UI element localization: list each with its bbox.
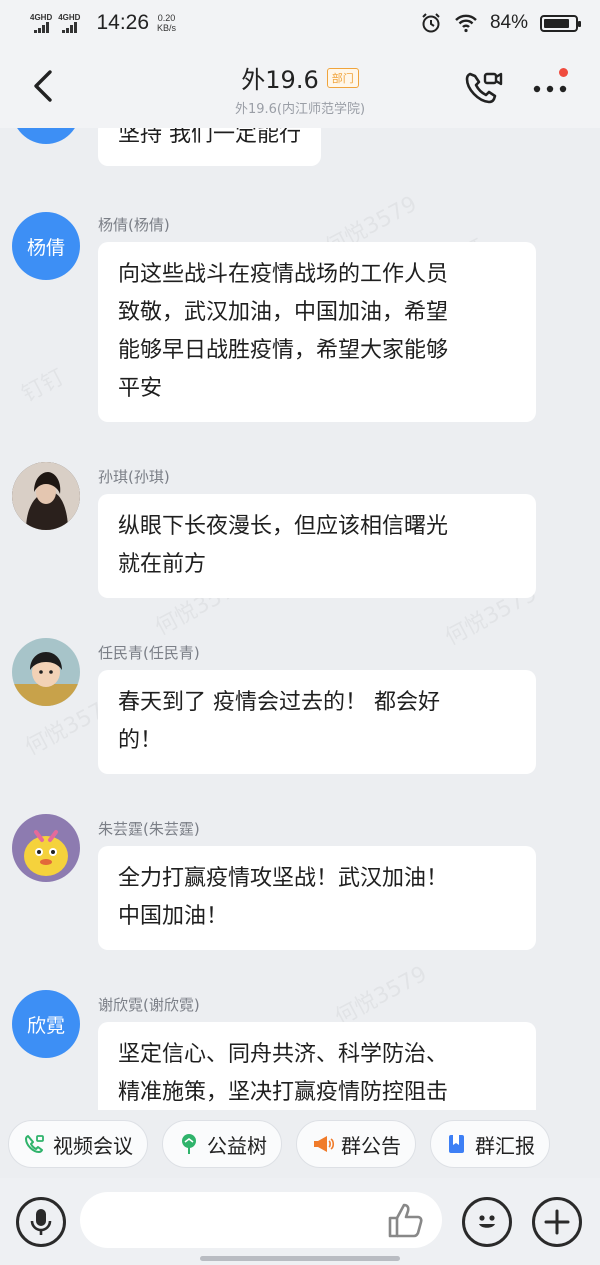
network-type-label: 4GHD (58, 13, 81, 22)
message-line: 能够早日战胜疫情，希望大家能够 (118, 338, 449, 363)
message-line: 致敬，武汉加油，中国加油，希望 (118, 300, 449, 325)
signal-bars-icon (61, 22, 77, 33)
avatar[interactable]: 杨倩 (12, 212, 80, 280)
video-call-icon (25, 1135, 44, 1153)
sender-name: 任民青(任民青) (98, 644, 200, 662)
sender-name: 朱芸霆(朱芸霆) (98, 820, 200, 838)
signal-2: 4GHD (58, 13, 80, 33)
department-badge: 部门 (326, 67, 359, 88)
input-bar (0, 1178, 600, 1265)
message-line: 春天到了 疫情会过去的！ 都会好 (118, 690, 440, 715)
network-speed: 0.20 KB/s (157, 13, 176, 33)
charity-tree-label: 公益树 (207, 1133, 267, 1158)
charity-tree-button[interactable]: 公益树 (162, 1120, 282, 1168)
sender-name: 孙琪(孙琪) (98, 468, 170, 486)
speed-value: 0.20 (157, 13, 176, 23)
sender-name: 谢欣霓(谢欣霓) (98, 996, 200, 1014)
avatar[interactable] (12, 128, 80, 144)
voice-input-button[interactable] (16, 1197, 66, 1247)
more-dots-icon (533, 85, 567, 93)
message-bubble[interactable]: 春天到了 疫情会过去的！ 都会好 的！ (98, 670, 536, 774)
watermark: 钉钉 (15, 360, 69, 409)
avatar-cartoon-girl-icon (12, 638, 80, 706)
signal-1: 4GHD (30, 13, 52, 33)
clock: 14:26 (96, 11, 150, 34)
group-subtitle: 外19.6(内江师范学院) (234, 102, 366, 117)
video-conference-label: 视频会议 (53, 1133, 133, 1158)
plus-icon (544, 1209, 570, 1235)
message-bubble[interactable]: 纵眼下长夜漫长，但应该相信曙光 就在前方 (98, 494, 536, 598)
title-block: 外19.6 部门 外19.6(内江师范学院) (0, 60, 600, 117)
report-icon (449, 1135, 464, 1153)
group-report-button[interactable]: 群汇报 (430, 1120, 550, 1168)
message-line: 全力打赢疫情攻坚战！武汉加油！ (118, 866, 449, 891)
message-line: 平安 (118, 376, 163, 401)
message-bubble[interactable]: 坚定信心、同舟共济、科学防治、 精准施策，坚决打赢疫情防控阻击 (98, 1022, 536, 1110)
quick-action-bar[interactable]: 视频会议 公益树 群公告 群汇报 (0, 1110, 600, 1178)
chat-header: 外19.6 部门 外19.6(内江师范学院) (0, 46, 600, 128)
avatar-initials: 杨倩 (26, 236, 65, 259)
wifi-icon (455, 14, 477, 33)
message-text: 坚持 我们一定能行 (118, 128, 301, 147)
status-bar: 4GHD 4GHD 14:26 0.20 KB/s 84% (0, 0, 600, 46)
group-announcement-label: 群公告 (341, 1133, 401, 1158)
group-report-label: 群汇报 (475, 1133, 535, 1158)
sender-name: 杨倩(杨倩) (98, 216, 170, 234)
notification-dot (559, 68, 568, 77)
message-list[interactable]: 钉钉 何悦3579 钉钉 钉钉 何悦3579 何悦3579 何悦3579 何悦3… (0, 128, 600, 1110)
message-bubble[interactable]: 向这些战斗在疫情战场的工作人员 致敬，武汉加油，中国加油，希望 能够早日战胜疫情… (98, 242, 536, 422)
thumbs-up-icon[interactable] (386, 1201, 426, 1239)
battery-percent: 84% (489, 12, 528, 33)
alarm-icon (422, 13, 440, 33)
message-bubble[interactable]: 全力打赢疫情攻坚战！武汉加油！ 中国加油！ (98, 846, 536, 950)
microphone-icon (30, 1209, 52, 1235)
network-type-label: 4GHD (30, 13, 53, 22)
message-line: 的！ (118, 728, 163, 753)
message-line: 纵眼下长夜漫长，但应该相信曙光 (118, 514, 449, 539)
avatar-cartoon-character-icon (12, 814, 80, 882)
add-more-button[interactable] (532, 1197, 582, 1247)
avatar[interactable]: 欣霓 (12, 990, 80, 1058)
message-line: 中国加油！ (118, 904, 229, 929)
message-line: 坚定信心、同舟共济、科学防治、 (118, 1042, 449, 1067)
battery-icon (540, 14, 581, 32)
avatar-photo-icon (12, 462, 80, 530)
group-announcement-button[interactable]: 群公告 (296, 1120, 416, 1168)
avatar-initials: 欣霓 (26, 1014, 65, 1037)
megaphone-icon (314, 1136, 335, 1152)
avatar[interactable] (12, 814, 80, 882)
avatar[interactable] (12, 462, 80, 530)
phone-video-icon[interactable] (462, 68, 504, 108)
tree-icon (182, 1134, 196, 1154)
signal-bars-icon (33, 22, 49, 33)
speed-unit: KB/s (157, 23, 177, 33)
message-bubble[interactable]: 坚持 我们一定能行 (98, 128, 321, 166)
home-indicator (200, 1256, 400, 1261)
more-menu-button[interactable] (530, 68, 570, 104)
video-conference-button[interactable]: 视频会议 (8, 1120, 148, 1168)
watermark: 何悦3579 (328, 956, 431, 1031)
avatar[interactable] (12, 638, 80, 706)
emoji-smile-icon (479, 1215, 495, 1228)
emoji-button[interactable] (462, 1197, 512, 1247)
message-line: 向这些战斗在疫情战场的工作人员 (118, 262, 449, 287)
message-line: 精准施策，坚决打赢疫情防控阻击 (118, 1080, 449, 1105)
group-title[interactable]: 外19.6 (241, 60, 318, 95)
message-line: 就在前方 (118, 552, 207, 577)
